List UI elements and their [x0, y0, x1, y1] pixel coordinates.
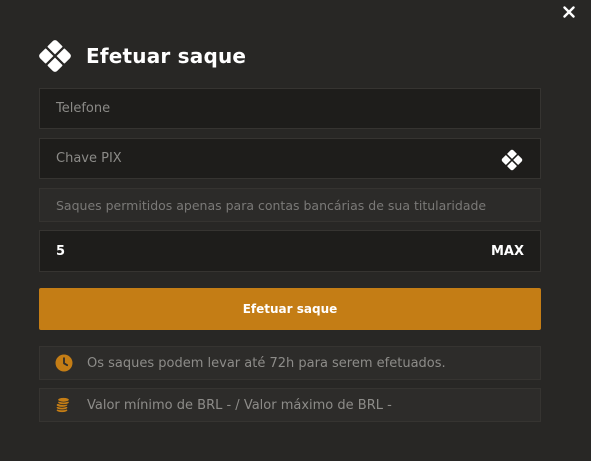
page-title: Efetuar saque [86, 44, 247, 68]
info-limits: Valor mínimo de BRL - / Valor máximo de … [39, 388, 541, 422]
pix-icon [501, 149, 523, 171]
amount-input[interactable]: 5 MAX [39, 230, 541, 272]
clock-icon [55, 354, 73, 372]
info-limits-text: Valor mínimo de BRL - / Valor máximo de … [87, 397, 392, 413]
submit-withdraw-button[interactable]: Efetuar saque [39, 288, 541, 330]
coins-icon [55, 397, 70, 413]
pix-logo-icon [39, 40, 71, 72]
close-icon [563, 6, 575, 18]
max-button[interactable]: MAX [491, 244, 540, 259]
info-processing-time: Os saques podem levar até 72h para serem… [39, 346, 541, 380]
phone-placeholder: Telefone [56, 101, 111, 116]
pix-key-placeholder: Chave PIX [56, 151, 122, 166]
amount-value: 5 [56, 243, 66, 259]
info-processing-time-text: Os saques podem levar até 72h para serem… [87, 355, 446, 371]
phone-input[interactable]: Telefone [39, 88, 541, 129]
ownership-notice: Saques permitidos apenas para contas ban… [39, 188, 541, 222]
ownership-notice-text: Saques permitidos apenas para contas ban… [56, 197, 487, 213]
close-button[interactable] [560, 3, 578, 21]
dialog-header: Efetuar saque [38, 38, 246, 74]
pix-key-input[interactable]: Chave PIX [39, 138, 541, 179]
